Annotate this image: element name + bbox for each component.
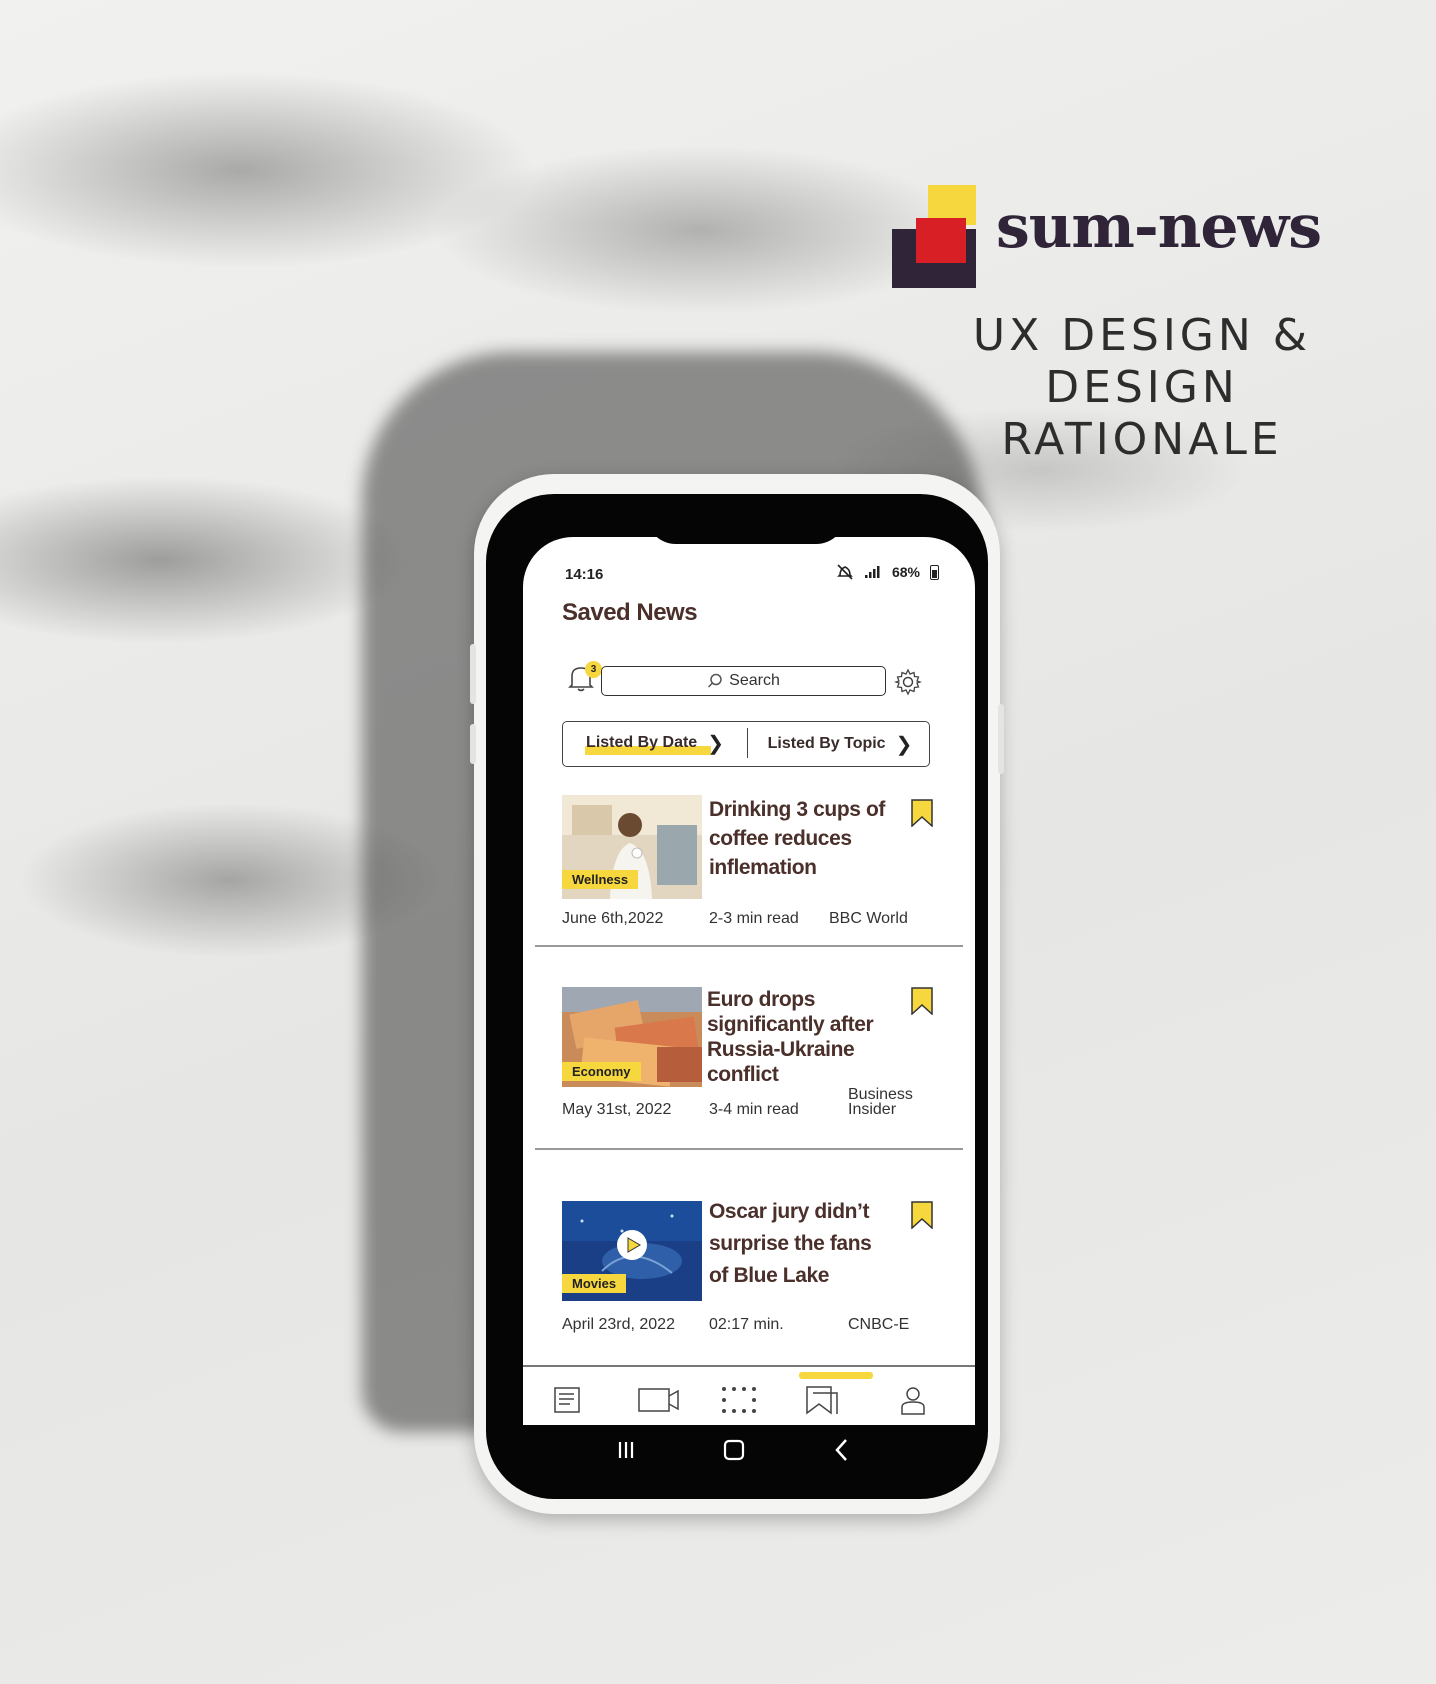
logo-red-square — [916, 218, 966, 263]
category-tag: Wellness — [562, 870, 639, 889]
phone-device: 14:16 68% Saved News 3 Search Listed By … — [470, 474, 1004, 1514]
notification-badge: 3 — [585, 661, 602, 678]
article-source: BBC World — [829, 910, 908, 927]
tab-listed-by-date[interactable]: Listed By Date ❯ — [563, 728, 748, 758]
article-read-time: 2-3 min read — [709, 910, 799, 927]
category-tag: Movies — [562, 1274, 627, 1293]
news-feed-icon[interactable] — [552, 1385, 582, 1415]
battery-level: 68% — [891, 564, 920, 580]
bookmark-icon[interactable] — [911, 799, 933, 827]
article-read-time: 3-4 min read — [709, 1101, 799, 1118]
bookmark-icon[interactable] — [911, 1201, 933, 1229]
play-icon[interactable] — [616, 1229, 648, 1261]
tab-label: Listed By Topic — [767, 735, 886, 752]
battery-icon — [930, 564, 939, 580]
bookmarks-icon[interactable] — [805, 1385, 839, 1415]
recent-apps-icon[interactable] — [611, 1435, 641, 1465]
tab-label: Listed By Date — [586, 734, 698, 751]
article-date: May 31st, 2022 — [562, 1101, 672, 1118]
page-title: Saved News — [562, 599, 698, 626]
article-source: Business Insider — [848, 1086, 913, 1118]
search-placeholder: Search — [729, 672, 780, 689]
active-nav-indicator — [799, 1372, 873, 1379]
video-icon[interactable] — [637, 1385, 681, 1415]
chevron-right-icon: ❯ — [895, 733, 913, 756]
article-thumbnail: Wellness — [562, 795, 702, 899]
phone-bezel: 14:16 68% Saved News 3 Search Listed By … — [486, 494, 988, 1499]
status-time: 14:16 — [565, 566, 604, 583]
brand-block: sum-news UX DESIGN & DESIGN RATIONALE — [892, 185, 1392, 465]
do-not-disturb-icon — [837, 564, 853, 580]
article-thumbnail[interactable]: Movies — [562, 1201, 702, 1301]
status-icons: 68% — [836, 563, 939, 581]
volume-button — [470, 644, 476, 704]
app-screen: 14:16 68% Saved News 3 Search Listed By … — [523, 537, 975, 1425]
search-icon — [708, 673, 722, 688]
search-input[interactable]: Search — [601, 666, 886, 696]
settings-gear-icon[interactable] — [894, 668, 922, 696]
brand-name: sum-news — [996, 192, 1322, 262]
divider — [535, 1148, 963, 1150]
volume-button-lower — [470, 724, 476, 764]
sum-news-logo-icon — [892, 185, 976, 288]
back-icon[interactable] — [827, 1435, 857, 1465]
apps-grid-icon[interactable] — [719, 1385, 757, 1415]
article-source: CNBC-E — [848, 1316, 910, 1333]
list-filter-segment: Listed By Date ❯ Listed By Topic ❯ — [562, 721, 930, 767]
article-date: June 6th,2022 — [562, 910, 664, 927]
power-button — [998, 704, 1004, 774]
camera-notch — [646, 514, 846, 544]
article-headline[interactable]: Drinking 3 cups of coffee reduces inflem… — [709, 795, 889, 882]
home-icon[interactable] — [719, 1435, 749, 1465]
article-date: April 23rd, 2022 — [562, 1316, 675, 1333]
article-thumbnail: Economy — [562, 987, 702, 1087]
brand-tagline: UX DESIGN & DESIGN RATIONALE — [972, 310, 1312, 465]
article-headline[interactable]: Oscar jury didn’t surprise the fans of B… — [709, 1196, 889, 1292]
chevron-right-icon: ❯ — [707, 732, 724, 755]
article-read-time: 02:17 min. — [709, 1316, 784, 1333]
article-headline[interactable]: Euro drops significantly after Russia-Uk… — [707, 987, 887, 1087]
bottom-nav-divider — [523, 1365, 975, 1367]
bookmark-icon[interactable] — [911, 987, 933, 1015]
divider — [535, 945, 963, 947]
signal-icon — [864, 566, 880, 578]
category-tag: Economy — [562, 1062, 641, 1081]
tab-listed-by-topic[interactable]: Listed By Topic ❯ — [749, 722, 931, 766]
profile-icon[interactable] — [898, 1385, 928, 1415]
system-nav-bar — [523, 1427, 975, 1477]
